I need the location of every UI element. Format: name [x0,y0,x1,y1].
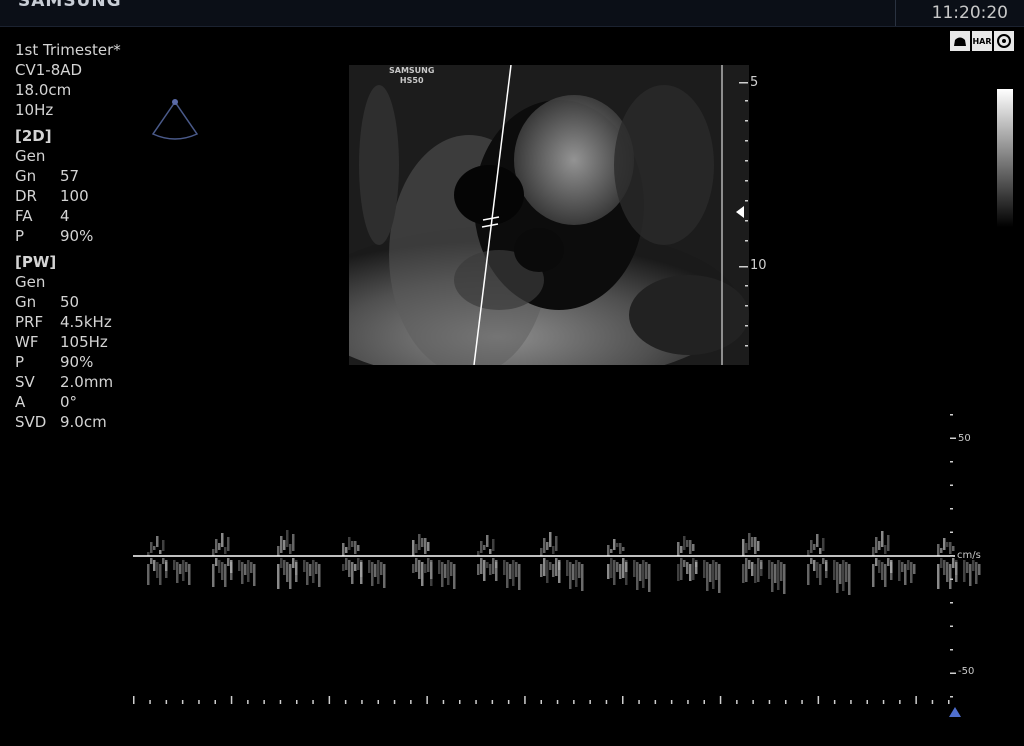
depth-mark-10: 10 [750,258,767,273]
param-row: Gn 57 [15,167,80,185]
param-row: DR 100 [15,187,89,205]
har-icon[interactable]: HAR [972,31,992,51]
clock-divider [895,0,896,26]
clock: 11:20:20 [931,3,1008,23]
preset-name: 1st Trimester* [15,41,121,59]
probe-orientation-icon [150,98,200,144]
grayscale-bar [997,89,1013,227]
top-bar: SAMSUNG 11:20:20 [0,0,1024,27]
velocity-bottom-label: -50 [958,666,975,677]
mode-2d-title: [2D] [15,127,52,145]
doppler-spectrum[interactable] [0,400,1024,720]
probe-name: CV1-8AD [15,61,83,79]
param-row: FA 4 [15,207,70,225]
settings-icon[interactable] [994,31,1014,51]
status-icons: HAR [950,31,1014,51]
sweep-marker-icon [949,707,961,717]
depth-mark-5: 5 [750,75,759,90]
probe-icon[interactable] [950,31,970,51]
depth-scale [736,82,748,347]
bmode-image[interactable] [349,65,749,365]
param-row: Gn 50 [15,293,80,311]
parameter-panel: 1st Trimester* CV1-8AD 18.0cm 10Hz [2D] … [15,40,121,432]
mode-pw-title: [PW] [15,253,57,271]
brand-logo: SAMSUNG [18,0,122,11]
param-row: SV 2.0mm [15,373,114,391]
param-row: PRF 4.5kHz [15,313,112,331]
mode-2d-gen: Gen [15,147,46,165]
depth-value: 18.0cm [15,81,72,99]
image-watermark: SAMSUNG HS50 [389,66,435,85]
mode-pw-gen: Gen [15,273,46,291]
velocity-top-label: 50 [958,433,971,444]
param-row: WF 105Hz [15,333,108,351]
param-row: P 90% [15,353,94,371]
frame-rate: 10Hz [15,101,54,119]
param-row: P 90% [15,227,94,245]
velocity-unit-label: cm/s [957,550,981,561]
